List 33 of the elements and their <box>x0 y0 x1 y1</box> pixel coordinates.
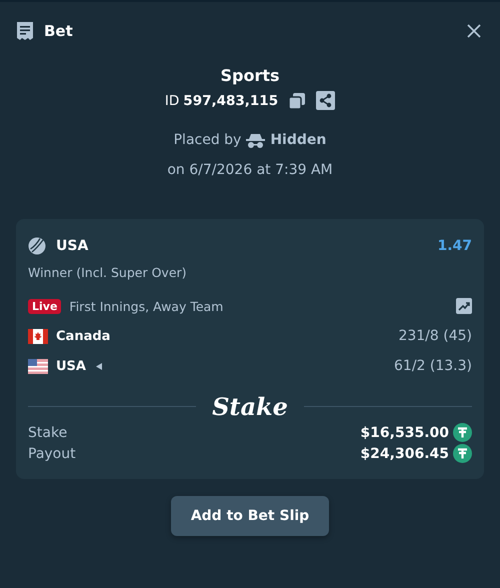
team-score: 61/2 (13.3) <box>394 358 472 374</box>
amount-label: Payout <box>28 446 76 462</box>
user-name: Hidden <box>270 132 326 148</box>
flag-icon <box>28 358 48 374</box>
team-score: 231/8 (45) <box>398 328 472 344</box>
bet-id: 597,483,115 <box>183 92 278 108</box>
coin-icon <box>453 423 472 442</box>
market-name: Winner (Incl. Super Over) <box>28 265 188 280</box>
share-icon[interactable] <box>316 91 336 110</box>
add-to-bet-slip-button[interactable]: Add to Bet Slip <box>170 496 330 536</box>
receipt-icon <box>16 21 34 41</box>
coin-icon <box>453 444 472 463</box>
copy-icon[interactable] <box>288 92 306 110</box>
bet-date: on 6/7/2026 at 7:39 AM <box>167 162 333 178</box>
placed-by-label: Placed by <box>174 132 242 148</box>
brand-logo: Stake <box>212 392 288 421</box>
amount-value: $16,535.00 <box>360 424 449 440</box>
flag-icon <box>28 328 48 344</box>
amount-value: $24,306.45 <box>360 446 449 462</box>
team-name: Canada <box>56 328 110 344</box>
odds: 1.47 <box>437 238 472 254</box>
chart-icon[interactable] <box>456 298 472 314</box>
id-label: ID <box>164 92 180 108</box>
match-status: First Innings, Away Team <box>69 298 224 314</box>
selection-name: USA <box>56 238 88 254</box>
bet-category: Sports <box>220 66 280 85</box>
team-name: USA <box>56 358 86 374</box>
close-icon[interactable] <box>466 23 482 39</box>
amount-label: Stake <box>28 424 68 440</box>
cricket-ball-icon <box>28 237 46 255</box>
live-badge: Live <box>28 298 62 314</box>
modal-title: Bet <box>44 22 73 40</box>
incognito-icon <box>246 132 266 148</box>
